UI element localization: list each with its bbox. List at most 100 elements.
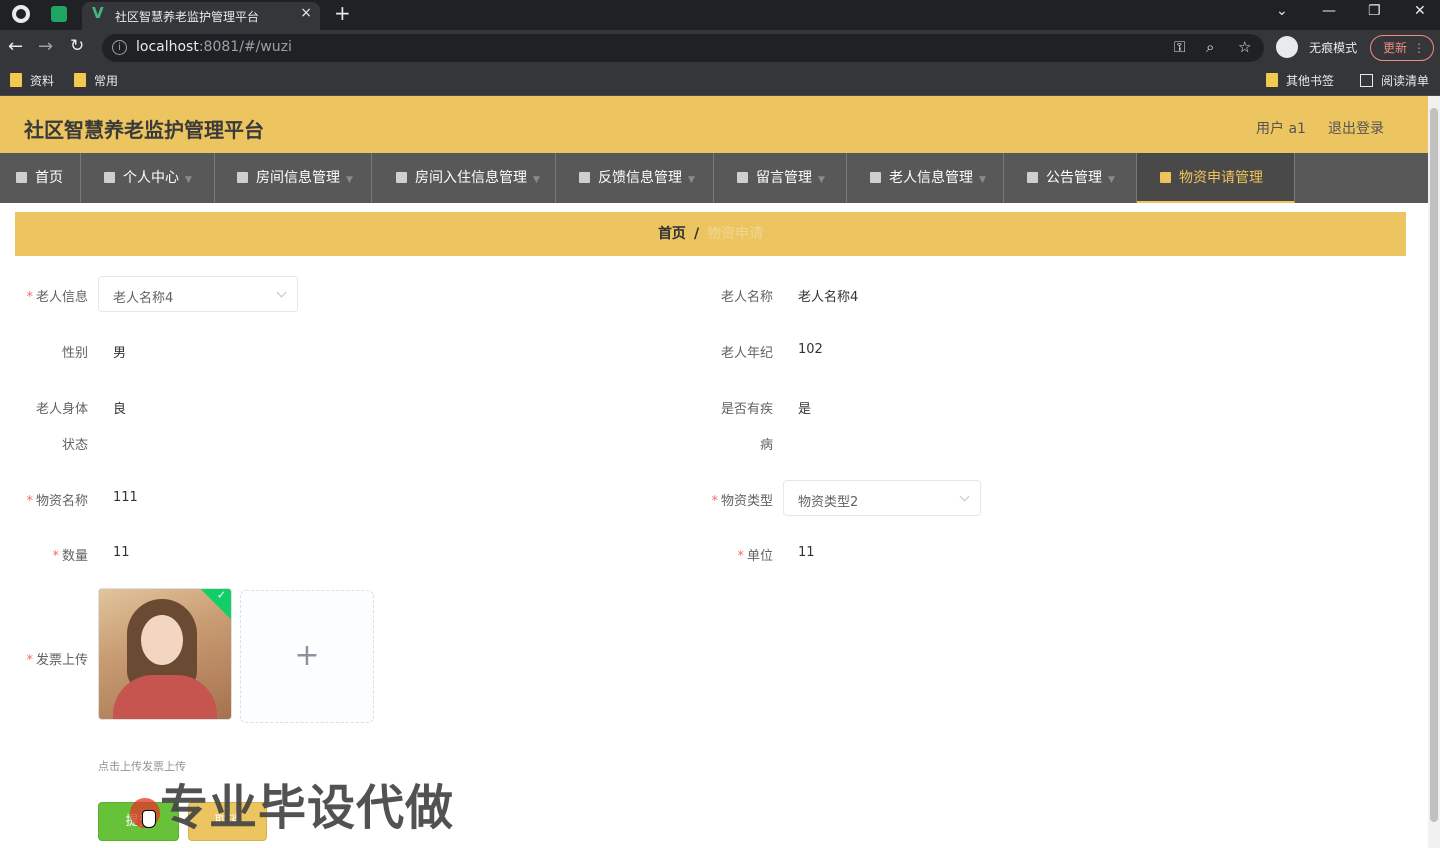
browser-toolbar: ← → ↻ i localhost:8081/#/wuzi ⚿ ⌕ ☆ 无痕模式… bbox=[0, 30, 1440, 66]
material-type-select-value: 物资类型2 bbox=[798, 495, 859, 510]
update-label: 更新 bbox=[1383, 41, 1408, 55]
minimize-icon[interactable]: — bbox=[1322, 3, 1336, 19]
material-type-label: * 物资类型 bbox=[711, 494, 773, 509]
vue-logo-icon: V bbox=[92, 4, 104, 22]
chevron-down-icon: ▼ bbox=[818, 175, 825, 185]
user-icon bbox=[104, 172, 115, 183]
breadcrumb-separator: / bbox=[693, 226, 700, 242]
chevron-down-icon bbox=[959, 491, 970, 502]
url-text[interactable]: localhost:8081/#/wuzi bbox=[136, 39, 292, 55]
bookmarks-bar: 资料 常用 其他书签 阅读清单 bbox=[0, 66, 1440, 96]
required-mark: * bbox=[737, 549, 744, 564]
invoice-label: * 发票上传 bbox=[26, 653, 88, 668]
disease-field[interactable]: 是 bbox=[798, 398, 811, 417]
page-scrollbar[interactable] bbox=[1428, 96, 1440, 848]
elder-name-field[interactable]: 老人名称4 bbox=[798, 286, 858, 305]
document-icon bbox=[1160, 172, 1171, 183]
feedback-icon bbox=[579, 172, 590, 183]
key-icon[interactable]: ⚿ bbox=[1174, 38, 1185, 56]
menu-item-material-request[interactable]: 物资申请管理 bbox=[1137, 153, 1295, 203]
elder-icon bbox=[870, 172, 881, 183]
age-field[interactable]: 102 bbox=[798, 342, 823, 357]
reading-list[interactable]: 阅读清单 bbox=[1360, 72, 1429, 89]
menu-item-checkin-info[interactable]: 房间入住信息管理 ▼ bbox=[372, 153, 556, 203]
user-label: 用户 a1 bbox=[1256, 121, 1306, 137]
bookmark-folder[interactable]: 资料 bbox=[10, 72, 54, 89]
site-title: 社区智慧养老监护管理平台 bbox=[24, 118, 264, 142]
sheets-tab-icon[interactable] bbox=[51, 6, 67, 22]
quantity-input[interactable]: 11 bbox=[113, 545, 130, 560]
browser-tab-strip: V 社区智慧养老监护管理平台 × + ⌄ — ❐ ✕ bbox=[0, 0, 1440, 30]
required-mark: * bbox=[26, 653, 33, 668]
site-info-icon[interactable]: i bbox=[112, 40, 127, 55]
menu-item-feedback[interactable]: 反馈信息管理 ▼ bbox=[556, 153, 714, 203]
material-name-label: * 物资名称 bbox=[26, 494, 88, 509]
message-icon bbox=[737, 172, 748, 183]
window-close-icon[interactable]: ✕ bbox=[1414, 3, 1426, 19]
browser-tab-active[interactable]: V 社区智慧养老监护管理平台 × bbox=[82, 2, 320, 30]
breadcrumb: 首页 / 物资申请 bbox=[15, 212, 1406, 256]
elder-info-label: * 老人信息 bbox=[26, 290, 88, 305]
chevron-down-icon bbox=[276, 287, 287, 298]
back-arrow-icon[interactable]: ← bbox=[8, 36, 23, 57]
star-icon[interactable]: ☆ bbox=[1238, 38, 1251, 56]
required-mark: * bbox=[52, 549, 59, 564]
required-mark: * bbox=[26, 290, 33, 305]
breadcrumb-home[interactable]: 首页 bbox=[658, 226, 686, 242]
main-menu: 首页 个人中心 ▼ 房间信息管理 ▼ 房间入住信息管理 ▼ 反馈信息管理 ▼ 留言管理 ▼… bbox=[0, 153, 1428, 203]
elder-info-select[interactable]: 老人名称4 bbox=[98, 276, 298, 312]
page-content: 社区智慧养老监护管理平台 用户 a1 退出登录 首页 个人中心 ▼ 房间信息管理 ▼… bbox=[0, 96, 1428, 848]
address-bar[interactable]: i localhost:8081/#/wuzi ⚿ ⌕ ☆ bbox=[102, 34, 1264, 62]
watermark-text: 专业毕设代做 bbox=[160, 780, 455, 836]
elder-name-label: 老人名称 bbox=[720, 290, 773, 305]
chevron-down-icon: ▼ bbox=[533, 175, 540, 185]
chevron-down-icon: ▼ bbox=[1108, 175, 1115, 185]
chevron-down-icon: ▼ bbox=[688, 175, 695, 185]
mail-icon bbox=[1027, 172, 1038, 183]
other-bookmarks[interactable]: 其他书签 bbox=[1266, 72, 1334, 89]
logout-link[interactable]: 退出登录 bbox=[1328, 118, 1384, 138]
forward-arrow-icon[interactable]: → bbox=[38, 36, 53, 57]
menu-item-home[interactable]: 首页 bbox=[0, 153, 81, 203]
gender-field[interactable]: 男 bbox=[113, 342, 126, 361]
restore-icon[interactable]: ❐ bbox=[1368, 3, 1381, 19]
more-menu-icon[interactable]: ⋮ bbox=[1413, 36, 1425, 60]
unit-input[interactable]: 11 bbox=[798, 545, 815, 560]
tab-title: 社区智慧养老监护管理平台 bbox=[115, 10, 260, 24]
tab-close-icon[interactable]: × bbox=[300, 5, 312, 21]
globe-icon[interactable] bbox=[12, 5, 30, 23]
hand-cursor-icon bbox=[142, 810, 156, 828]
chevron-down-icon: ▼ bbox=[979, 175, 986, 185]
upload-add-button[interactable]: + bbox=[240, 590, 374, 723]
reload-icon[interactable]: ↻ bbox=[70, 36, 84, 56]
new-tab-button[interactable]: + bbox=[334, 1, 351, 25]
update-button[interactable]: 更新 ⋮ bbox=[1370, 35, 1434, 61]
disease-label: 是否有疾 bbox=[720, 402, 773, 417]
menu-item-messages[interactable]: 留言管理 ▼ bbox=[714, 153, 847, 203]
uploaded-invoice-image[interactable]: ✓ bbox=[98, 588, 232, 720]
disease-label-line2: 病 bbox=[759, 438, 773, 453]
material-name-input[interactable]: 111 bbox=[113, 490, 138, 505]
health-label: 老人身体 bbox=[35, 402, 88, 417]
menu-item-room-info[interactable]: 房间信息管理 ▼ bbox=[215, 153, 372, 203]
chevron-down-icon: ▼ bbox=[185, 175, 192, 185]
zoom-icon[interactable]: ⌕ bbox=[1206, 38, 1214, 56]
material-type-select[interactable]: 物资类型2 bbox=[783, 480, 981, 516]
tab-search-icon[interactable]: ⌄ bbox=[1276, 3, 1288, 19]
bookmark-folder[interactable]: 常用 bbox=[74, 72, 118, 89]
scrollbar-thumb[interactable] bbox=[1430, 108, 1438, 822]
incognito-label: 无痕模式 bbox=[1309, 40, 1358, 55]
reading-list-icon bbox=[1360, 74, 1373, 87]
site-header: 社区智慧养老监护管理平台 用户 a1 退出登录 bbox=[0, 96, 1428, 153]
menu-item-elder-info[interactable]: 老人信息管理 ▼ bbox=[847, 153, 1004, 203]
photo-face bbox=[141, 615, 183, 665]
menu-item-announcements[interactable]: 公告管理 ▼ bbox=[1004, 153, 1137, 203]
quantity-label: * 数量 bbox=[52, 549, 88, 564]
gender-label: 性别 bbox=[61, 346, 88, 361]
health-field[interactable]: 良 bbox=[113, 398, 126, 417]
menu-item-personal-center[interactable]: 个人中心 ▼ bbox=[81, 153, 215, 203]
unit-label: * 单位 bbox=[737, 549, 773, 564]
incognito-indicator[interactable]: 无痕模式 bbox=[1276, 36, 1357, 58]
breadcrumb-current: 物资申请 bbox=[707, 226, 764, 242]
folder-icon bbox=[10, 73, 22, 87]
